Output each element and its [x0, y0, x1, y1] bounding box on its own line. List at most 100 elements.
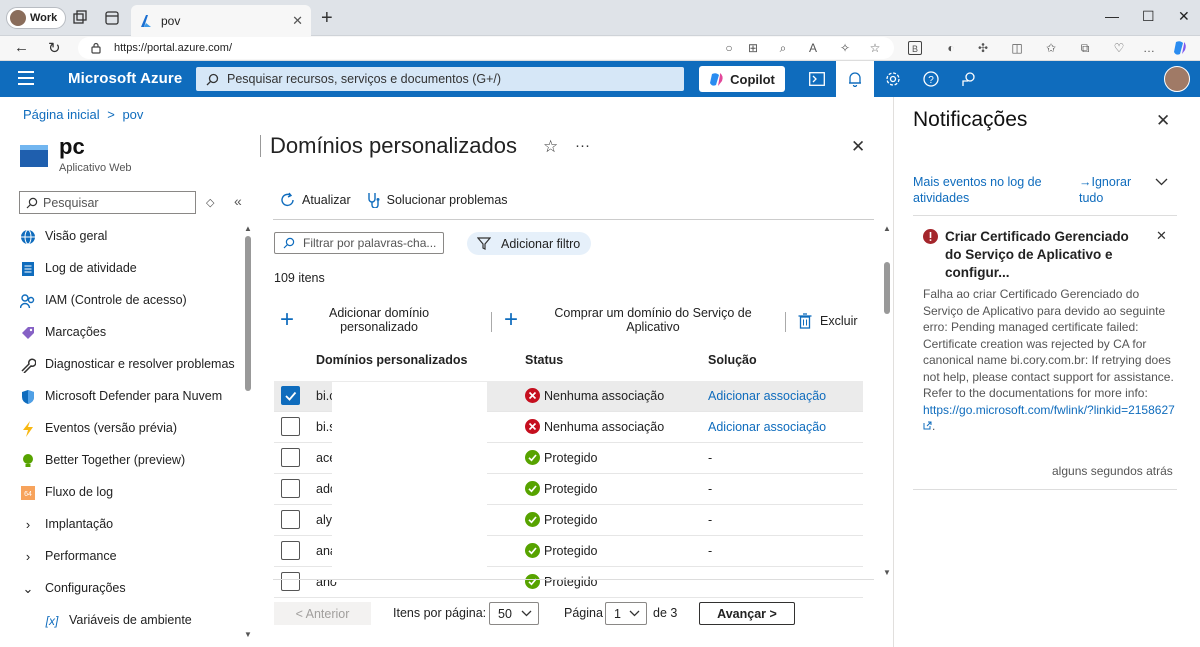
dismiss-notification-icon[interactable]: ✕ — [1156, 228, 1167, 244]
browser-tab[interactable]: pov ✕ — [131, 5, 311, 36]
nav-item-log-stream[interactable]: 64 Fluxo de log — [19, 484, 239, 502]
next-page-button[interactable]: Avançar > — [699, 602, 795, 625]
more-options-icon[interactable]: ··· — [575, 137, 590, 154]
row-checkbox[interactable] — [281, 417, 300, 436]
read-aloud-icon[interactable]: ○ — [722, 41, 736, 55]
nav-item-overview[interactable]: Visão geral — [19, 228, 239, 246]
favorites-icon[interactable]: ✩ — [1044, 41, 1058, 55]
success-check-icon — [525, 450, 540, 465]
scroll-down-arrow-icon[interactable]: ▼ — [883, 568, 891, 577]
notifications-button[interactable] — [836, 61, 874, 97]
settings-button[interactable] — [874, 61, 912, 97]
minimize-icon[interactable]: — — [1105, 8, 1119, 24]
zoom-icon[interactable]: ⌕ — [776, 41, 790, 55]
user-avatar[interactable] — [1164, 66, 1190, 92]
nav-item-settings[interactable]: ⌄ Configurações — [19, 580, 239, 598]
hamburger-menu-icon[interactable] — [18, 71, 34, 89]
nav-item-activity-log[interactable]: Log de atividade — [19, 260, 239, 278]
nav-item-tags[interactable]: Marcações — [19, 324, 239, 342]
new-tab-button[interactable]: + — [321, 8, 333, 28]
row-checkbox[interactable] — [281, 448, 300, 467]
notification-link-text[interactable]: https://go.microsoft.com/fwlink/?linkid=… — [923, 403, 1175, 417]
dismiss-all-link[interactable]: →Ignorar tudo — [1079, 174, 1149, 206]
window-close-icon[interactable]: ✕ — [1178, 8, 1190, 25]
copilot-sidebar-icon[interactable] — [1172, 40, 1188, 56]
column-header-domains[interactable]: Domínios personalizados — [316, 353, 467, 367]
add-binding-link[interactable]: Adicionar associação — [708, 420, 826, 434]
cloud-shell-button[interactable] — [798, 61, 836, 97]
immersive-reader-icon[interactable]: A — [806, 41, 820, 55]
close-notifications-icon[interactable]: ✕ — [1156, 111, 1170, 131]
scroll-up-arrow-icon[interactable]: ▲ — [244, 224, 252, 233]
previous-page-button[interactable]: < Anterior — [274, 602, 371, 625]
filter-input[interactable]: Filtrar por palavras-cha... — [274, 232, 444, 254]
breadcrumb-home[interactable]: Página inicial — [23, 107, 100, 122]
per-page-select[interactable]: 50 — [489, 602, 539, 625]
nav-item-events[interactable]: Eventos (versão prévia) — [19, 420, 239, 438]
row-checkbox[interactable] — [281, 510, 300, 529]
nav-item-performance[interactable]: › Performance — [19, 548, 239, 566]
scroll-down-arrow-icon[interactable]: ▼ — [244, 630, 252, 639]
copilot-button[interactable]: Copilot — [699, 66, 785, 92]
tab-actions-icon[interactable] — [104, 10, 120, 26]
row-checkbox[interactable] — [281, 572, 300, 591]
extension-icon[interactable]: ◐ — [944, 41, 958, 55]
help-button[interactable]: ? — [912, 61, 950, 97]
apps-icon[interactable]: ⊞ — [746, 41, 760, 55]
resource-menu: Visão geral Log de atividade IAM (Contro… — [19, 228, 239, 644]
add-binding-link[interactable]: Adicionar associação — [708, 389, 826, 403]
azure-brand[interactable]: Microsoft Azure — [68, 70, 182, 87]
column-header-solution[interactable]: Solução — [708, 353, 757, 367]
favorite-star-icon[interactable]: ☆ — [868, 41, 882, 55]
split-screen-icon[interactable]: ◫ — [1010, 41, 1024, 55]
workspaces-icon[interactable] — [72, 10, 88, 26]
scroll-up-arrow-icon[interactable]: ▲ — [883, 224, 891, 233]
global-search-input[interactable]: Pesquisar recursos, serviços e documento… — [196, 67, 684, 91]
troubleshoot-button[interactable]: Solucionar problemas — [367, 192, 508, 208]
nav-item-env-variables[interactable]: [x] Variáveis de ambiente — [19, 612, 239, 630]
chevron-down-icon[interactable] — [1155, 178, 1168, 186]
delete-button[interactable]: Excluir — [798, 313, 858, 329]
puzzle-icon[interactable]: ✣ — [976, 41, 990, 55]
collections-icon[interactable]: ⧉ — [1078, 41, 1092, 55]
more-menu-icon[interactable]: … — [1142, 41, 1156, 55]
breadcrumb-current[interactable]: pov — [122, 107, 143, 122]
row-checkbox[interactable] — [281, 479, 300, 498]
more-events-link[interactable]: Mais eventos no log de atividades — [913, 174, 1063, 206]
notification-link[interactable]: https://go.microsoft.com/fwlink/?linkid=… — [923, 403, 1175, 434]
nav-item-iam[interactable]: IAM (Controle de acesso) — [19, 292, 239, 310]
nav-item-better-together[interactable]: Better Together (preview) — [19, 452, 239, 470]
row-checkbox[interactable] — [281, 386, 300, 405]
feedback-button[interactable] — [950, 61, 988, 97]
close-blade-icon[interactable]: ✕ — [851, 137, 865, 157]
nav-item-defender[interactable]: Microsoft Defender para Nuvem — [19, 388, 239, 406]
buy-domain-button[interactable]: + Comprar um domínio do Serviço de Aplic… — [504, 306, 778, 334]
favorite-star-icon[interactable]: ☆ — [543, 137, 558, 157]
nav-item-deployment[interactable]: › Implantação — [19, 516, 239, 534]
page-title: Domínios personalizados — [270, 133, 518, 158]
add-filter-button[interactable]: Adicionar filtro — [467, 232, 591, 255]
profile-button[interactable]: Work — [6, 7, 67, 29]
collapse-menu-icon[interactable]: « — [234, 193, 242, 209]
tab-close-icon[interactable]: ✕ — [292, 13, 303, 29]
page-select[interactable]: 1 — [605, 602, 647, 625]
nav-item-diagnose[interactable]: Diagnosticar e resolver problemas — [19, 356, 239, 374]
extensions-puzzle-icon[interactable]: ✧ — [838, 41, 852, 55]
maximize-icon[interactable]: ☐ — [1142, 8, 1155, 25]
refresh-button[interactable]: Atualizar — [280, 192, 351, 208]
solution-cell: - — [708, 451, 713, 465]
table-scrollbar[interactable] — [884, 262, 890, 314]
add-custom-domain-button[interactable]: + Adicionar domínio personalizado — [280, 306, 454, 334]
address-bar[interactable]: https://portal.azure.com/ — [78, 37, 894, 59]
column-header-status[interactable]: Status — [525, 353, 563, 367]
back-arrow-icon[interactable]: ← — [14, 39, 29, 56]
status-cell: Protegido — [525, 512, 598, 527]
menu-scrollbar[interactable] — [245, 236, 251, 391]
refresh-icon[interactable]: ↻ — [48, 39, 61, 57]
notification-item[interactable]: Criar Certificado Gerenciado do Serviço … — [923, 228, 1177, 435]
row-checkbox[interactable] — [281, 541, 300, 560]
browser-essentials-icon[interactable]: ♡ — [1112, 41, 1126, 55]
menu-search-input[interactable]: Pesquisar — [19, 191, 196, 214]
expand-collapse-icon[interactable]: ◇ — [206, 196, 214, 209]
extension-b-icon[interactable]: B — [908, 41, 922, 55]
